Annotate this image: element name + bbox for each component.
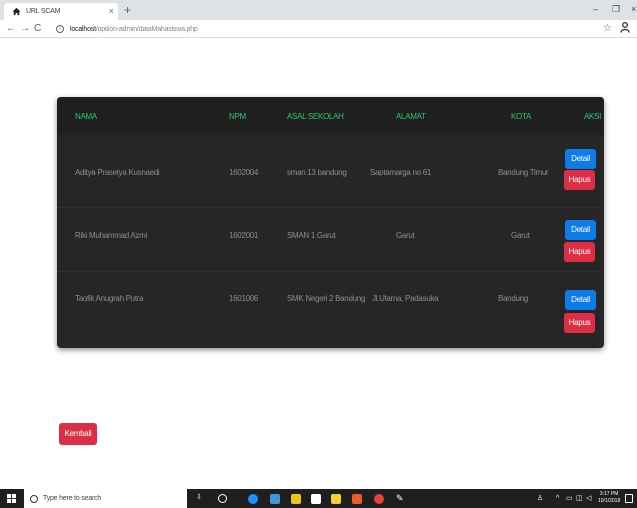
row-divider (57, 207, 604, 208)
cell-npm: 1602004 (229, 168, 259, 177)
search-placeholder: Type here to search (43, 495, 102, 502)
battery-icon[interactable]: ▭ (566, 494, 573, 503)
clock[interactable]: 3:17 PM 10/1/2018 (598, 491, 620, 505)
mail-icon[interactable] (311, 494, 321, 504)
mahasiswa-table: NAMA NPM ASAL SEKOLAH ALAMAT KOTA AKSI A… (57, 97, 604, 348)
microphone-icon[interactable]: ⇩ (196, 493, 202, 502)
file-explorer-icon[interactable] (270, 494, 280, 504)
back-icon[interactable]: ← (6, 22, 16, 36)
cell-npm: 1601006 (229, 294, 259, 303)
people-icon[interactable]: ♙ (537, 494, 543, 503)
maximize-icon[interactable]: ❐ (612, 3, 620, 15)
row-divider (57, 271, 604, 272)
sublime-icon[interactable] (331, 494, 341, 504)
cell-nama: Taofik Anugrah Putra (75, 294, 144, 303)
browser-tab-strip: URL SCAM × + – ❐ × (0, 0, 637, 20)
hapus-button[interactable]: Hapus (564, 170, 595, 190)
clock-time: 3:17 PM (599, 491, 619, 497)
cell-alamat: Saptamarga no 61 (370, 168, 432, 177)
notification-icon[interactable] (625, 494, 633, 503)
cell-kota: Garut (511, 231, 530, 240)
tab-close-icon[interactable]: × (109, 5, 114, 17)
close-window-icon[interactable]: × (631, 3, 636, 15)
bookmark-star-icon[interactable]: ☆ (603, 22, 612, 36)
header-kota: KOTA (511, 112, 531, 121)
cell-kota: Bandung (498, 294, 528, 303)
header-npm: NPM (229, 112, 246, 121)
kembali-button[interactable]: Kembali (59, 423, 97, 445)
reload-icon[interactable]: C (34, 22, 41, 36)
windows-start-icon[interactable] (7, 494, 16, 503)
edge-icon[interactable] (248, 494, 258, 504)
cell-alamat: Garut (396, 231, 415, 240)
clock-date: 10/1/2018 (598, 498, 621, 504)
cell-nama: Riki Muhammad Azmi (75, 231, 147, 240)
cell-nama: Aditya Prasetya Kusnaedi (75, 168, 160, 177)
url-path: /opil/on-admin/dataMahasiswa.php (95, 25, 198, 33)
url-host: localhost (70, 25, 96, 33)
url-field[interactable]: i localhost /opil/on-admin/dataMahasiswa… (56, 23, 198, 35)
detail-button[interactable]: Detail (565, 290, 596, 310)
browser-tab[interactable]: URL SCAM × (4, 3, 118, 20)
minimize-icon[interactable]: – (593, 3, 598, 15)
tray-chevron-icon[interactable]: ^ (556, 494, 559, 503)
new-tab-button[interactable]: + (124, 3, 131, 17)
paint-icon[interactable]: ✎ (396, 494, 404, 503)
tab-title: URL SCAM (26, 8, 61, 15)
task-view-icon[interactable] (218, 494, 227, 503)
store-icon[interactable] (291, 494, 301, 504)
header-asal-sekolah: ASAL SEKOLAH (287, 112, 344, 121)
hapus-button[interactable]: Hapus (564, 313, 595, 333)
xampp-icon[interactable] (352, 494, 362, 504)
table-header: NAMA NPM ASAL SEKOLAH ALAMAT KOTA AKSI (57, 97, 604, 135)
detail-button[interactable]: Detail (565, 149, 596, 169)
taskbar-search-input[interactable]: Type here to search (24, 489, 187, 508)
volume-icon[interactable]: ◁ (586, 494, 591, 503)
forward-icon[interactable]: → (20, 22, 30, 36)
cell-asal-sekolah: SMAN 1 Garut (287, 231, 336, 240)
taskbar: Type here to search ⇩ ✎ ♙ ^ ▭ ◫ ◁ 3:17 P… (0, 489, 637, 508)
header-alamat: ALAMAT (396, 112, 426, 121)
cortana-icon (30, 494, 38, 503)
cell-kota: Bandung Timur (498, 168, 549, 177)
header-nama: NAMA (75, 112, 97, 121)
home-icon (12, 7, 21, 16)
cell-npm: 1602001 (229, 231, 259, 240)
chrome-icon[interactable] (374, 494, 384, 504)
cell-asal-sekolah: sman 13 bandung (287, 168, 347, 177)
network-icon[interactable]: ◫ (576, 494, 583, 503)
cell-alamat: Jl.Utama, Padasuka (372, 294, 439, 303)
address-bar: ← → C i localhost /opil/on-admin/dataMah… (0, 20, 637, 38)
cell-asal-sekolah: SMK Negeri 2 Bandung (287, 294, 366, 303)
detail-button[interactable]: Detail (565, 220, 596, 240)
header-aksi: AKSI (584, 112, 602, 121)
account-icon[interactable] (620, 22, 630, 33)
info-icon[interactable]: i (56, 25, 64, 33)
hapus-button[interactable]: Hapus (564, 242, 595, 262)
